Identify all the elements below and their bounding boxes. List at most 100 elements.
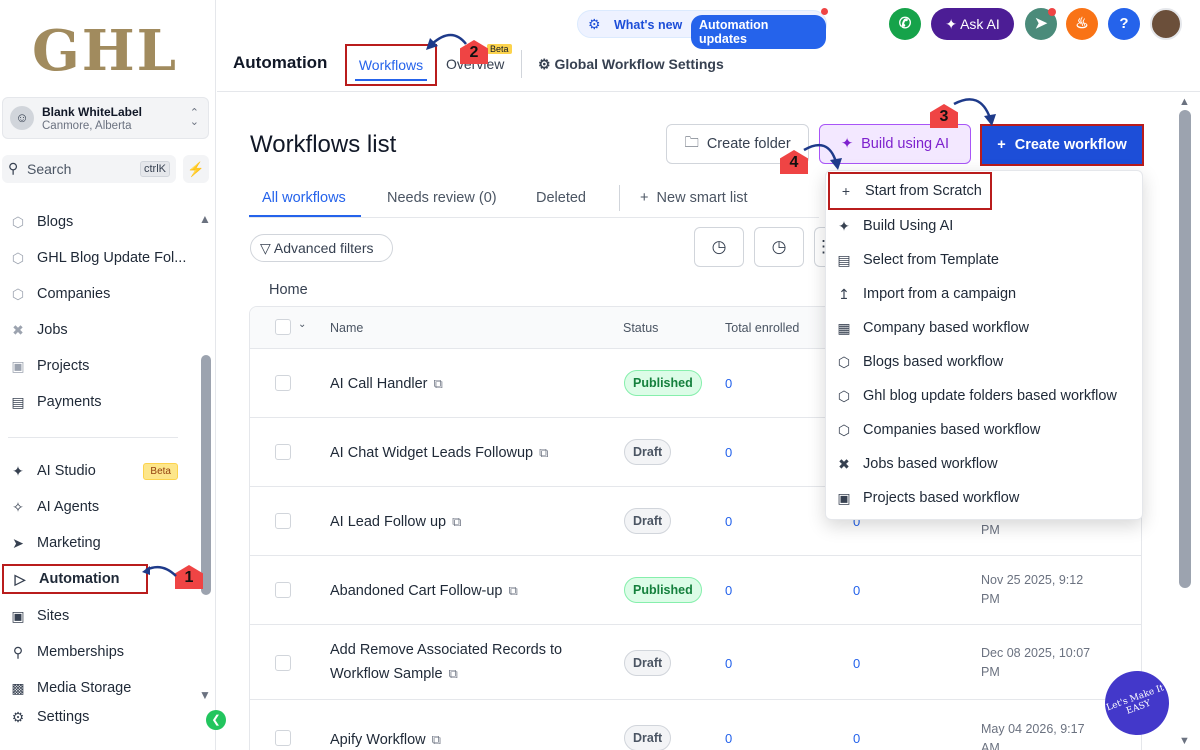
menu-item-blogs-workflow[interactable]: ⬡ Blogs based workflow [834, 348, 1134, 376]
create-workflow-button[interactable]: + Create workflow [980, 124, 1144, 166]
workflow-name[interactable]: Add Remove Associated Records to Workflow… [330, 638, 562, 686]
sidebar-item-automation[interactable]: ▷ Automation [2, 564, 148, 594]
enrolled-count[interactable]: 0 [725, 583, 732, 598]
sparkle-icon: ✦ [945, 16, 961, 32]
chevron-down-icon[interactable]: ⌄ [298, 319, 306, 330]
active-count[interactable]: 0 [853, 583, 860, 598]
row-checkbox[interactable] [275, 375, 291, 391]
status-badge: Published [624, 577, 702, 603]
megaphone-icon: ⚙ [588, 16, 601, 32]
account-switcher[interactable]: ☺ Blank WhiteLabel Canmore, Alberta ⌃ ⌄ [2, 97, 209, 139]
active-count[interactable]: 0 [853, 731, 860, 746]
menu-item-start-from-scratch[interactable]: + Start from Scratch [828, 172, 992, 210]
workflow-name[interactable]: Abandoned Cart Follow-up ⧉ [330, 579, 518, 603]
menu-item-build-using-ai[interactable]: ✦ Build Using AI [834, 212, 1134, 240]
external-link-icon[interactable]: ⧉ [452, 514, 461, 529]
phone-icon[interactable]: ✆ [889, 8, 921, 40]
search-bar[interactable]: ⚲ Search ctrlK [2, 155, 176, 183]
quick-action-bolt-icon[interactable]: ⚡ [183, 155, 209, 183]
sidebar-item-ai-studio[interactable]: ✦ AI Studio Beta [8, 456, 198, 486]
sidebar-item-companies[interactable]: ⬡ Companies [8, 279, 198, 309]
sidebar-item-label: GHL Blog Update Fol... [37, 250, 187, 266]
enrolled-count[interactable]: 0 [725, 445, 732, 460]
cube-icon: ⬡ [837, 421, 851, 438]
tab-workflows-label: Workflows [358, 57, 424, 73]
menu-item-jobs-workflow[interactable]: ✖ Jobs based workflow [834, 450, 1134, 478]
row-checkbox[interactable] [275, 444, 291, 460]
enrolled-count[interactable]: 0 [725, 514, 732, 529]
external-link-icon[interactable]: ⧉ [449, 666, 458, 681]
sidebar-item-memberships[interactable]: ⚲ Memberships [8, 637, 198, 667]
enrolled-count[interactable]: 0 [725, 731, 732, 746]
menu-item-select-template[interactable]: ▤ Select from Template [834, 246, 1134, 274]
workflow-name[interactable]: AI Chat Widget Leads Followup ⧉ [330, 441, 548, 465]
sidebar-item-ghl-blog-update[interactable]: ⬡ GHL Blog Update Fol... [8, 243, 198, 273]
menu-item-projects-workflow[interactable]: ▣ Projects based workflow [834, 484, 1134, 512]
workflows-list-title: Workflows list [250, 131, 397, 158]
scroll-down-icon[interactable]: ▼ [199, 688, 211, 702]
table-row[interactable]: Add Remove Associated Records to Workflow… [250, 625, 1141, 700]
sidebar-item-payments[interactable]: ▤ Payments [8, 387, 198, 417]
help-icon[interactable]: ? [1108, 8, 1140, 40]
enrolled-count[interactable]: 0 [725, 376, 732, 391]
tab-all-workflows[interactable]: All workflows [262, 190, 346, 206]
scroll-up-icon[interactable]: ▲ [199, 212, 211, 226]
tools-icon: ✖ [12, 321, 24, 338]
automation-updates-pill[interactable]: Automation updates [691, 15, 826, 49]
ask-ai-button[interactable]: ✦ Ask AI [931, 8, 1014, 40]
whats-new-banner[interactable]: ⚙ What's new Automation updates [577, 8, 828, 49]
collapse-sidebar-icon[interactable]: ❮ [206, 710, 226, 730]
bell-icon[interactable]: ♨ [1066, 8, 1098, 40]
external-link-icon[interactable]: ⧉ [509, 583, 518, 598]
upload-icon: ↥ [838, 285, 850, 302]
row-checkbox[interactable] [275, 582, 291, 598]
menu-item-companies-workflow[interactable]: ⬡ Companies based workflow [834, 416, 1134, 444]
sidebar-item-settings[interactable]: ⚙ Settings [8, 702, 198, 732]
column-status[interactable]: Status [623, 321, 658, 335]
menu-item-company-workflow[interactable]: ▦ Company based workflow [834, 314, 1134, 342]
row-checkbox[interactable] [275, 513, 291, 529]
breadcrumb-home[interactable]: Home [269, 282, 308, 298]
global-workflow-settings-link[interactable]: ⚙ Global Workflow Settings [538, 56, 724, 73]
table-row[interactable]: Apify Workflow ⧉ Draft 0 0 May 04 2026, 9… [250, 700, 1141, 750]
tab-deleted[interactable]: Deleted [536, 190, 586, 206]
tab-needs-review[interactable]: Needs review (0) [387, 190, 497, 206]
menu-item-import-campaign[interactable]: ↥ Import from a campaign [834, 280, 1134, 308]
scroll-down-icon[interactable]: ▼ [1179, 735, 1190, 747]
external-link-icon[interactable]: ⧉ [434, 376, 443, 391]
sidebar-item-ai-agents[interactable]: ✧ AI Agents [8, 492, 198, 522]
sidebar-item-marketing[interactable]: ➤ Marketing [8, 528, 198, 558]
sidebar-item-blogs[interactable]: ⬡ Blogs [8, 207, 198, 237]
menu-item-ghl-blog-folders-workflow[interactable]: ⬡ Ghl blog update folders based workflow [834, 382, 1134, 410]
user-avatar[interactable] [1150, 8, 1182, 40]
gear-icon: ⚙ [538, 56, 555, 72]
workflow-name[interactable]: AI Lead Follow up ⧉ [330, 510, 461, 534]
scroll-up-icon[interactable]: ▲ [1179, 96, 1190, 108]
column-total-enrolled[interactable]: Total enrolled [725, 321, 799, 335]
history-icon[interactable]: ◷ [694, 227, 744, 267]
select-all-checkbox[interactable] [275, 319, 291, 335]
sidebar-item-media-storage[interactable]: ▩ Media Storage [8, 673, 198, 703]
main-scrollbar[interactable] [1179, 110, 1191, 588]
row-checkbox[interactable] [275, 655, 291, 671]
sidebar-scrollbar[interactable] [201, 355, 211, 595]
advanced-filters-button[interactable]: ▽ Advanced filters [250, 234, 393, 262]
status-badge: Draft [624, 508, 672, 534]
external-link-icon[interactable]: ⧉ [432, 732, 441, 747]
enrolled-count[interactable]: 0 [725, 656, 732, 671]
external-link-icon[interactable]: ⧉ [539, 445, 548, 460]
new-smart-list-tab[interactable]: + New smart list [640, 190, 748, 206]
workflow-name[interactable]: Apify Workflow ⧉ [330, 728, 441, 750]
column-name[interactable]: Name [330, 321, 363, 335]
workflow-name[interactable]: AI Call Handler ⧉ [330, 372, 443, 396]
clock-icon[interactable]: ◷ [754, 227, 804, 267]
sidebar-item-sites[interactable]: ▣ Sites [8, 601, 198, 631]
sidebar-item-label: Settings [37, 709, 90, 725]
active-count[interactable]: 0 [853, 656, 860, 671]
cube-icon: ⬡ [11, 213, 25, 230]
table-row[interactable]: Abandoned Cart Follow-up ⧉ Published 0 0 … [250, 556, 1141, 625]
sidebar-item-jobs[interactable]: ✖ Jobs [8, 315, 198, 345]
sidebar-item-projects[interactable]: ▣ Projects [8, 351, 198, 381]
row-checkbox[interactable] [275, 730, 291, 746]
plus-icon: + [997, 137, 1006, 153]
